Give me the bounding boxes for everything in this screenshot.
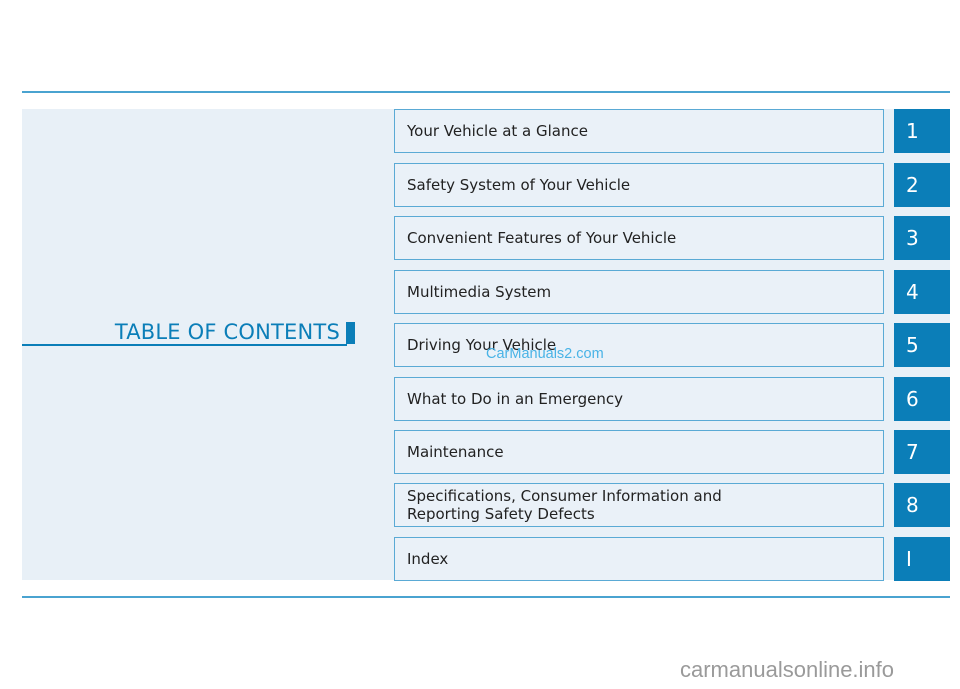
chapter-label: Safety System of Your Vehicle — [407, 176, 631, 194]
chapter-number-tab-3[interactable]: 3 — [894, 216, 950, 260]
chapter-entry-2[interactable]: Safety System of Your Vehicle — [394, 163, 884, 207]
chapter-entry-1[interactable]: Your Vehicle at a Glance — [394, 109, 884, 153]
chapter-number-tab-2[interactable]: 2 — [894, 163, 950, 207]
chapter-number-tab-5[interactable]: 5 — [894, 323, 950, 367]
chapter-label: Your Vehicle at a Glance — [407, 122, 588, 140]
chapter-number-tab-1[interactable]: 1 — [894, 109, 950, 153]
watermark-inline: CarManuals2.com — [486, 346, 604, 362]
chapter-entry-7[interactable]: Maintenance — [394, 430, 884, 474]
chapter-label: Convenient Features of Your Vehicle — [407, 229, 677, 247]
chapter-number-tab-6[interactable]: 6 — [894, 377, 950, 421]
chapter-number-tab-7[interactable]: 7 — [894, 430, 950, 474]
watermark-footer: carmanualsonline.info — [680, 657, 895, 682]
page-title: TABLE OF CONTENTS — [114, 320, 340, 344]
chapter-label: Maintenance — [407, 443, 504, 461]
chapter-entry-8[interactable]: Specifications, Consumer Information and… — [394, 483, 884, 527]
chapter-number-tab-8[interactable]: 8 — [894, 483, 950, 527]
chapter-entry-9[interactable]: Index — [394, 537, 884, 581]
top-divider — [22, 91, 950, 93]
chapter-label: Multimedia System — [407, 283, 552, 301]
chapter-label: Index — [407, 550, 449, 568]
chapter-entry-4[interactable]: Multimedia System — [394, 270, 884, 314]
title-underline — [22, 344, 347, 346]
chapter-label: Specifications, Consumer Information and… — [407, 487, 722, 523]
chapter-number-tab-4[interactable]: 4 — [894, 270, 950, 314]
chapter-entry-3[interactable]: Convenient Features of Your Vehicle — [394, 216, 884, 260]
title-accent-bar — [346, 322, 355, 344]
chapter-label: What to Do in an Emergency — [407, 390, 624, 408]
chapter-entry-5[interactable]: Driving Your Vehicle — [394, 323, 884, 367]
chapter-number-tab-9[interactable]: I — [894, 537, 950, 581]
chapter-entry-6[interactable]: What to Do in an Emergency — [394, 377, 884, 421]
bottom-divider — [22, 596, 950, 598]
toc-heading: TABLE OF CONTENTS — [22, 320, 357, 346]
